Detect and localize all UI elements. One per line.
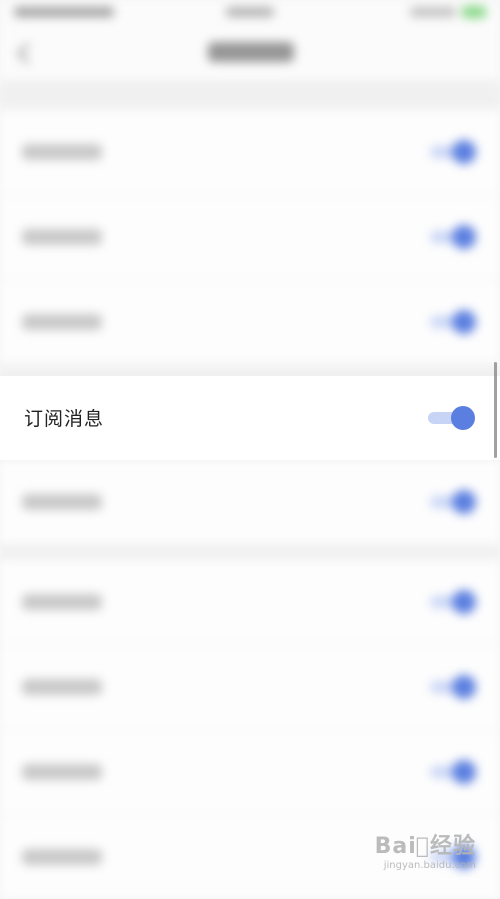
- settings-row[interactable]: [0, 195, 500, 279]
- toggle-switch-icon[interactable]: [426, 225, 478, 249]
- subscription-message-toggle[interactable]: [428, 405, 476, 431]
- status-time: [226, 7, 274, 17]
- settings-row[interactable]: [0, 645, 500, 729]
- toggle-switch-icon[interactable]: [426, 760, 478, 784]
- settings-row-label: [22, 594, 102, 610]
- toggle-switch-icon[interactable]: [426, 310, 478, 334]
- watermark-domain: jingyan.baidu.com: [383, 860, 476, 871]
- toggle-knob: [451, 406, 475, 430]
- section-gap: [0, 80, 500, 110]
- status-indicators: [410, 7, 456, 17]
- settings-row-label: [22, 229, 102, 245]
- navigation-bar: [0, 28, 500, 80]
- scrollbar[interactable]: [494, 362, 497, 458]
- subscription-message-label: 订阅消息: [24, 408, 105, 430]
- settings-row[interactable]: [0, 560, 500, 644]
- back-arrow-icon[interactable]: [16, 42, 39, 65]
- toggle-switch-icon[interactable]: [426, 590, 478, 614]
- status-carrier-info: [14, 7, 114, 17]
- settings-row-label: [22, 144, 102, 160]
- toggle-switch-icon[interactable]: [426, 490, 478, 514]
- toggle-switch-icon[interactable]: [426, 140, 478, 164]
- battery-icon: [462, 6, 486, 18]
- settings-row[interactable]: [0, 280, 500, 364]
- settings-row[interactable]: [0, 460, 500, 544]
- status-bar: [0, 0, 500, 28]
- section-gap: [0, 544, 500, 560]
- settings-row-label: [22, 849, 102, 865]
- section-gap: [0, 364, 500, 376]
- page-title: [208, 42, 294, 62]
- toggle-switch-icon[interactable]: [426, 675, 478, 699]
- settings-row-label: [22, 764, 102, 780]
- settings-row-label: [22, 494, 102, 510]
- settings-row-label: [22, 679, 102, 695]
- settings-row[interactable]: [0, 730, 500, 814]
- settings-row-label: [22, 314, 102, 330]
- settings-row[interactable]: [0, 110, 500, 194]
- watermark: Bai⃝经验 jingyan.baidu.com: [375, 828, 476, 871]
- subscription-message-row[interactable]: 订阅消息: [0, 376, 500, 460]
- watermark-brand: Bai⃝经验: [374, 834, 476, 859]
